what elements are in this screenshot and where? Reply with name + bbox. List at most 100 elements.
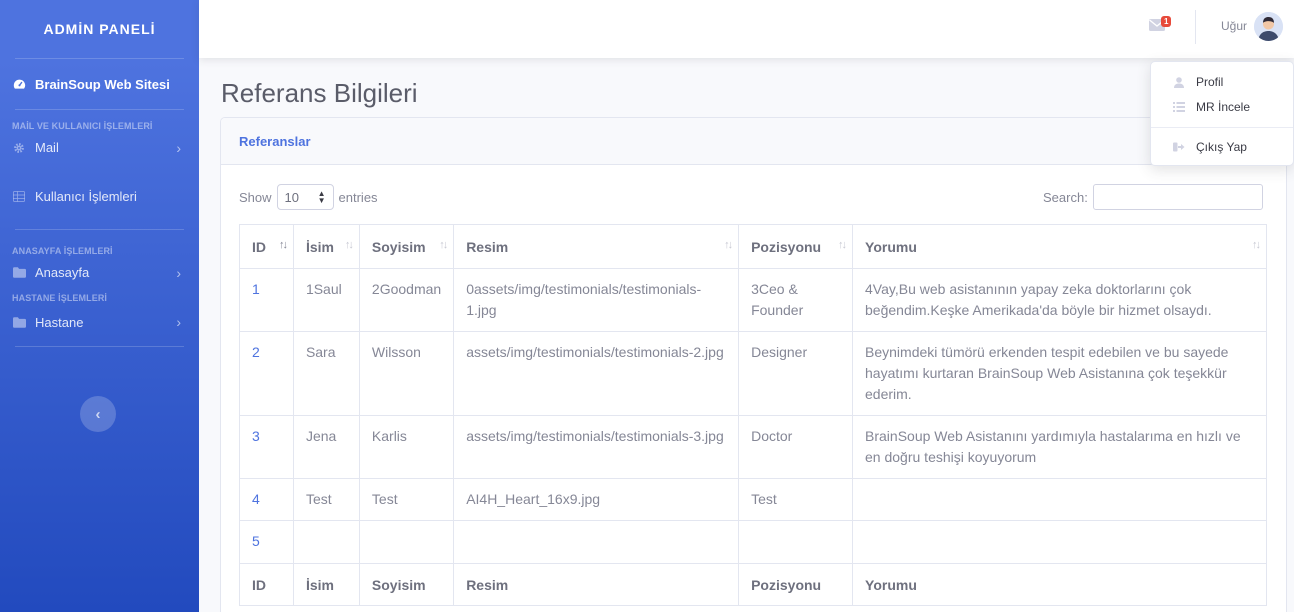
topbar-divider	[1195, 10, 1196, 44]
sort-icon: ↑↓	[838, 239, 847, 251]
cell-image: assets/img/testimonials/testimonials-2.j…	[453, 331, 740, 416]
dropdown-item-label: Profil	[1196, 75, 1224, 89]
user-icon	[1173, 76, 1185, 88]
sidebar: ADMİN PANELİ BrainSoup Web Sitesi MAİL V…	[0, 0, 199, 612]
cell-comment: BrainSoup Web Asistanını yardımıyla hast…	[852, 415, 1267, 479]
cell-surname: Wilsson	[358, 331, 455, 416]
chevron-right-icon: ›	[176, 314, 181, 330]
table-row: 4 Test Test AI4H_Heart_16x9.jpg Test	[239, 478, 1267, 521]
show-label: Show	[239, 189, 272, 205]
sidebar-heading: ANASAYFA İŞLEMLERİ	[12, 246, 113, 256]
dropdown-divider	[1151, 127, 1293, 128]
sort-updown-icon: ▲ ▼	[317, 189, 326, 205]
cell-id: 2	[239, 331, 294, 416]
cell-name: Test	[292, 478, 360, 521]
column-header-image[interactable]: Resim ↑↓	[453, 224, 740, 269]
dropdown-item-mr-review[interactable]: MR İncele	[1151, 98, 1293, 116]
dropdown-item-label: MR İncele	[1196, 100, 1251, 114]
folder-icon	[12, 266, 26, 280]
column-header-comment[interactable]: Yorumu ↑↓	[852, 224, 1267, 269]
cell-position: 3Ceo & Founder	[738, 268, 854, 332]
sign-out-icon	[1173, 141, 1185, 153]
sort-icon: ↑↓	[1252, 239, 1261, 251]
cell-name: Jena	[292, 415, 360, 479]
column-header-name[interactable]: İsim ↑↓	[292, 224, 360, 269]
footer-header-image: Resim	[453, 563, 740, 606]
cell-position: Test	[738, 478, 854, 521]
cell-name: 1Saul	[292, 268, 360, 332]
table-row: 1 1Saul 2Goodman 0assets/img/testimonial…	[239, 268, 1267, 332]
cell-comment	[852, 520, 1267, 564]
footer-header-position: Pozisyonu	[738, 563, 854, 606]
column-header-position[interactable]: Pozisyonu ↑↓	[738, 224, 854, 269]
cell-image: 0assets/img/testimonials/testimonials-1.…	[453, 268, 740, 332]
cell-comment	[852, 478, 1267, 521]
entries-value: 10	[284, 189, 299, 205]
sidebar-item-mail[interactable]: Mail ›	[0, 131, 199, 164]
user-dropdown-menu: Profil MR İncele Çıkış Yap	[1150, 61, 1294, 166]
references-table: ID ↑↓ İsim ↑↓ Soyisim ↑↓ Resim ↑↓ Pozisyonu ↑…	[239, 224, 1267, 606]
chevron-right-icon: ›	[176, 264, 181, 281]
cell-surname	[358, 520, 455, 564]
table-header-row: ID ↑↓ İsim ↑↓ Soyisim ↑↓ Resim ↑↓ Pozisyonu ↑…	[239, 224, 1267, 269]
entries-select[interactable]: 10 ▲ ▼	[276, 184, 334, 210]
footer-header-name: İsim	[292, 563, 360, 606]
sidebar-item-label: Kullanıcı İşlemleri	[35, 189, 137, 204]
dropdown-item-label: Çıkış Yap	[1196, 140, 1247, 154]
cell-id: 1	[239, 268, 294, 332]
table-icon	[12, 190, 26, 204]
topbar: 1 Uğur	[199, 0, 1294, 58]
cell-surname: 2Goodman	[358, 268, 455, 332]
cell-surname: Karlis	[358, 415, 455, 479]
column-header-id[interactable]: ID ↑↓	[239, 224, 294, 269]
user-name[interactable]: Uğur	[1221, 19, 1247, 33]
sidebar-item-home[interactable]: Anasayfa ›	[0, 256, 199, 289]
avatar[interactable]	[1254, 12, 1283, 41]
sidebar-toggle-button[interactable]: ‹	[80, 396, 116, 432]
card-title: Referanslar	[221, 118, 1286, 165]
cell-image: assets/img/testimonials/testimonials-3.j…	[453, 415, 740, 479]
cell-name	[292, 520, 360, 564]
dashboard-icon	[12, 77, 26, 91]
sidebar-item-users[interactable]: Kullanıcı İşlemleri	[0, 164, 199, 229]
cell-id: 4	[239, 478, 294, 521]
sidebar-divider	[15, 346, 184, 347]
sidebar-item-website[interactable]: BrainSoup Web Sitesi	[0, 59, 199, 109]
sidebar-item-hospital[interactable]: Hastane ›	[0, 303, 199, 341]
folder-icon	[12, 315, 26, 329]
list-icon	[1173, 101, 1185, 113]
dropdown-item-logout[interactable]: Çıkış Yap	[1151, 138, 1293, 156]
sidebar-heading: MAİL VE KULLANICI İŞLEMLERİ	[12, 121, 153, 131]
sidebar-heading: HASTANE İŞLEMLERİ	[12, 293, 108, 303]
footer-header-surname: Soyisim	[358, 563, 455, 606]
chevron-left-icon: ‹	[95, 405, 101, 423]
table-row: 2 Sara Wilsson assets/img/testimonials/t…	[239, 331, 1267, 416]
brand-title[interactable]: ADMİN PANELİ	[0, 0, 199, 58]
footer-header-comment: Yorumu	[852, 563, 1267, 606]
sidebar-item-label: Hastane	[35, 314, 84, 330]
sort-icon: ↑↓	[724, 239, 733, 251]
cell-name: Sara	[292, 331, 360, 416]
cell-image	[453, 520, 740, 564]
table-row: 5	[239, 520, 1267, 564]
mail-count-badge: 1	[1161, 16, 1172, 27]
table-search: Search:	[1043, 184, 1263, 210]
cell-id: 5	[239, 520, 294, 564]
cell-position: Doctor	[738, 415, 854, 479]
cell-comment: 4Vay,Bu web asistanının yapay zeka dokto…	[852, 268, 1267, 332]
search-input[interactable]	[1092, 184, 1263, 210]
sidebar-item-label: Mail	[35, 140, 59, 155]
chevron-right-icon: ›	[176, 139, 181, 156]
footer-header-id: ID	[239, 563, 294, 606]
cell-surname: Test	[358, 478, 455, 521]
sort-icon: ↑↓	[344, 239, 354, 251]
entries-label: entries	[338, 189, 378, 205]
gear-icon	[12, 141, 26, 155]
search-label: Search:	[1043, 189, 1088, 205]
dropdown-item-profile[interactable]: Profil	[1151, 73, 1293, 91]
table-row: 3 Jena Karlis assets/img/testimonials/te…	[239, 415, 1267, 479]
table-footer-row: ID İsim Soyisim Resim Pozisyonu Yorumu	[239, 563, 1267, 606]
cell-position	[738, 520, 854, 564]
column-header-surname[interactable]: Soyisim ↑↓	[358, 224, 455, 269]
sidebar-item-label: Anasayfa	[35, 265, 90, 280]
